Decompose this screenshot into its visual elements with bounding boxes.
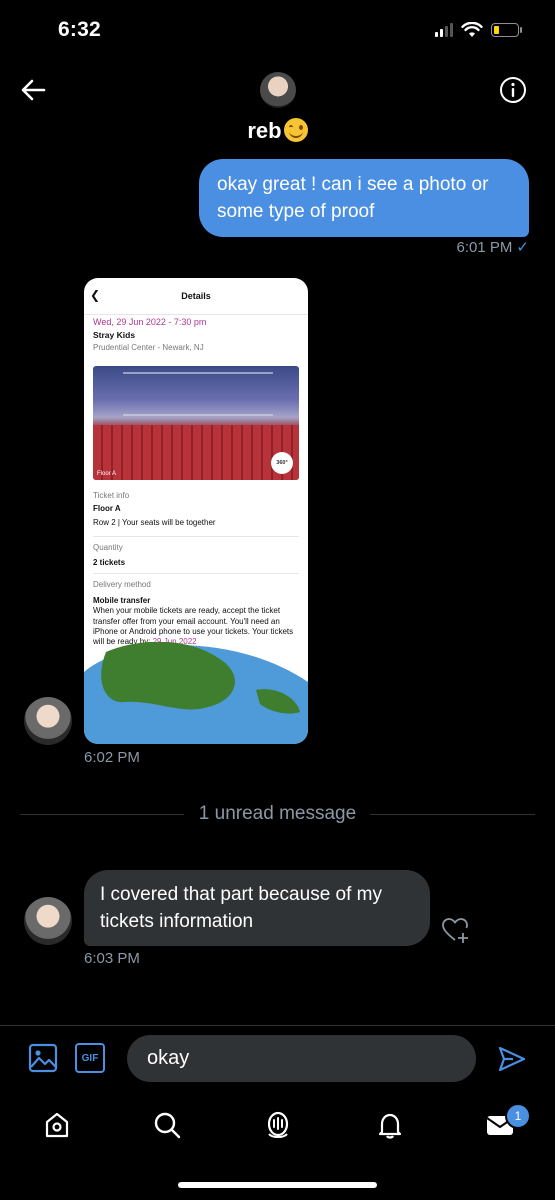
ticket-info-label: Ticket info xyxy=(93,491,130,500)
ticket-date: Wed, 29 Jun 2022 - 7:30 pm xyxy=(93,317,207,327)
venue-photo: Floor A 360° xyxy=(93,366,299,480)
photo-label: Floor A xyxy=(97,471,117,477)
spaces-icon[interactable] xyxy=(263,1110,293,1140)
incoming-message-time: 6:03 PM xyxy=(84,950,140,967)
cover-sticker xyxy=(84,642,308,744)
outgoing-message-time: 6:01 PM xyxy=(456,239,513,256)
incoming-message-bubble[interactable]: I covered that part because of my ticket… xyxy=(84,870,430,946)
ticket-quantity: 2 tickets xyxy=(93,558,126,567)
bell-icon[interactable] xyxy=(375,1110,405,1140)
image-message-time: 6:02 PM xyxy=(84,749,140,766)
divider xyxy=(93,573,299,574)
battery-icon xyxy=(491,23,522,37)
contact-name: reb xyxy=(247,118,282,143)
search-icon[interactable] xyxy=(152,1110,182,1140)
conversation-title[interactable]: reb xyxy=(0,118,555,144)
info-icon[interactable] xyxy=(499,76,527,104)
outgoing-message-meta: 6:01 PM ✓ xyxy=(457,238,529,256)
delivery-label: Delivery method xyxy=(93,580,151,589)
gif-button[interactable]: GIF xyxy=(75,1043,105,1073)
status-time: 6:32 xyxy=(58,18,101,41)
messages-badge: 1 xyxy=(505,1103,531,1129)
quantity-label: Quantity xyxy=(93,543,123,552)
arrow-left-icon[interactable] xyxy=(18,74,50,106)
ticket-seats: Row 2 | Your seats will be together xyxy=(93,518,216,527)
composer-divider xyxy=(0,1025,555,1026)
ticket-section: Floor A xyxy=(93,504,121,513)
ticket-header: ❮ Details xyxy=(84,278,308,315)
ticket-image-message[interactable]: ❮ Details Wed, 29 Jun 2022 - 7:30 pm Str… xyxy=(84,278,308,744)
ticket-header-title: Details xyxy=(181,291,211,301)
heart-plus-icon[interactable] xyxy=(440,915,470,945)
ticket-venue: Prudential Center - Newark, NJ xyxy=(93,343,204,352)
chevron-left-icon: ❮ xyxy=(90,288,101,302)
ticket-artist: Stray Kids xyxy=(93,330,136,340)
unread-divider: 1 unread message xyxy=(0,803,555,825)
divider xyxy=(93,536,299,537)
outgoing-message-bubble[interactable]: okay great ! can i see a photo or some t… xyxy=(199,159,529,237)
smiling-face-icon xyxy=(283,118,308,142)
unread-divider-text: 1 unread message xyxy=(186,803,369,824)
delivery-method: Mobile transfer xyxy=(93,596,151,605)
home-icon[interactable] xyxy=(42,1110,72,1140)
seats-graphic xyxy=(93,425,299,480)
header-avatar[interactable] xyxy=(260,72,296,108)
send-icon[interactable] xyxy=(497,1044,527,1074)
stage-rig xyxy=(123,372,273,416)
delivery-details: Mobile transfer When your mobile tickets… xyxy=(93,596,299,647)
sent-check-icon: ✓ xyxy=(516,239,529,256)
image-icon[interactable] xyxy=(28,1043,58,1073)
message-input[interactable] xyxy=(127,1035,476,1082)
wifi-icon xyxy=(461,22,483,37)
home-indicator[interactable] xyxy=(178,1182,377,1188)
contact-avatar[interactable] xyxy=(24,897,72,945)
contact-avatar[interactable] xyxy=(24,697,72,745)
signal-icon xyxy=(435,23,453,37)
status-icons xyxy=(435,22,522,38)
view-360-badge: 360° xyxy=(271,452,293,474)
